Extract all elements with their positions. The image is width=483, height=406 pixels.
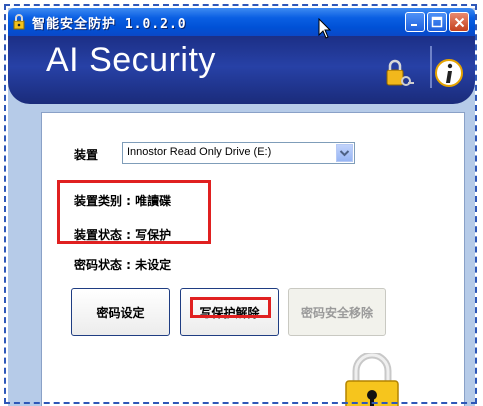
remove-password-security-button[interactable]: 密码安全移除 xyxy=(288,288,386,336)
device-type-label: 装置类别 : 唯讀碟 xyxy=(74,194,172,208)
maximize-icon xyxy=(431,16,443,28)
minimize-icon xyxy=(411,24,417,26)
close-icon xyxy=(454,17,464,27)
key-lock-icon[interactable] xyxy=(384,58,414,90)
mouse-cursor-icon xyxy=(318,18,332,39)
password-state-label: 密码状态 : 未设定 xyxy=(74,258,172,272)
close-button[interactable] xyxy=(449,12,469,32)
select-arrow-button[interactable] xyxy=(336,144,353,162)
title-bar[interactable]: 智能安全防护 1.0.2.0 xyxy=(8,8,475,36)
window-title: 智能安全防护 1.0.2.0 xyxy=(32,17,187,32)
padlock-icon xyxy=(345,353,399,406)
set-password-label: 密码设定 xyxy=(96,305,145,320)
brand-title: AI Security xyxy=(46,41,216,79)
device-label: 装置 xyxy=(74,148,99,162)
remove-password-security-label: 密码安全移除 xyxy=(300,305,373,320)
remove-write-protect-button[interactable]: 写保护解除 xyxy=(180,288,279,336)
chevron-down-icon xyxy=(339,150,350,157)
device-select[interactable]: Innostor Read Only Drive (E:) xyxy=(122,142,355,164)
write-protect-highlight xyxy=(190,297,271,318)
main-panel: 装置 Innostor Read Only Drive (E:) 装置类别 : … xyxy=(41,112,465,406)
device-select-value: Innostor Read Only Drive (E:) xyxy=(127,146,272,158)
app-lock-icon xyxy=(13,14,25,30)
header-divider xyxy=(430,46,432,88)
device-state-label: 装置状态 : 写保护 xyxy=(74,228,172,242)
maximize-button[interactable] xyxy=(427,12,447,32)
minimize-button[interactable] xyxy=(405,12,425,32)
app-header: AI Security xyxy=(8,36,475,104)
app-window: 智能安全防护 1.0.2.0 AI Security 装置 Innostor R… xyxy=(8,8,475,406)
info-icon[interactable] xyxy=(434,56,464,90)
set-password-button[interactable]: 密码设定 xyxy=(71,288,170,336)
